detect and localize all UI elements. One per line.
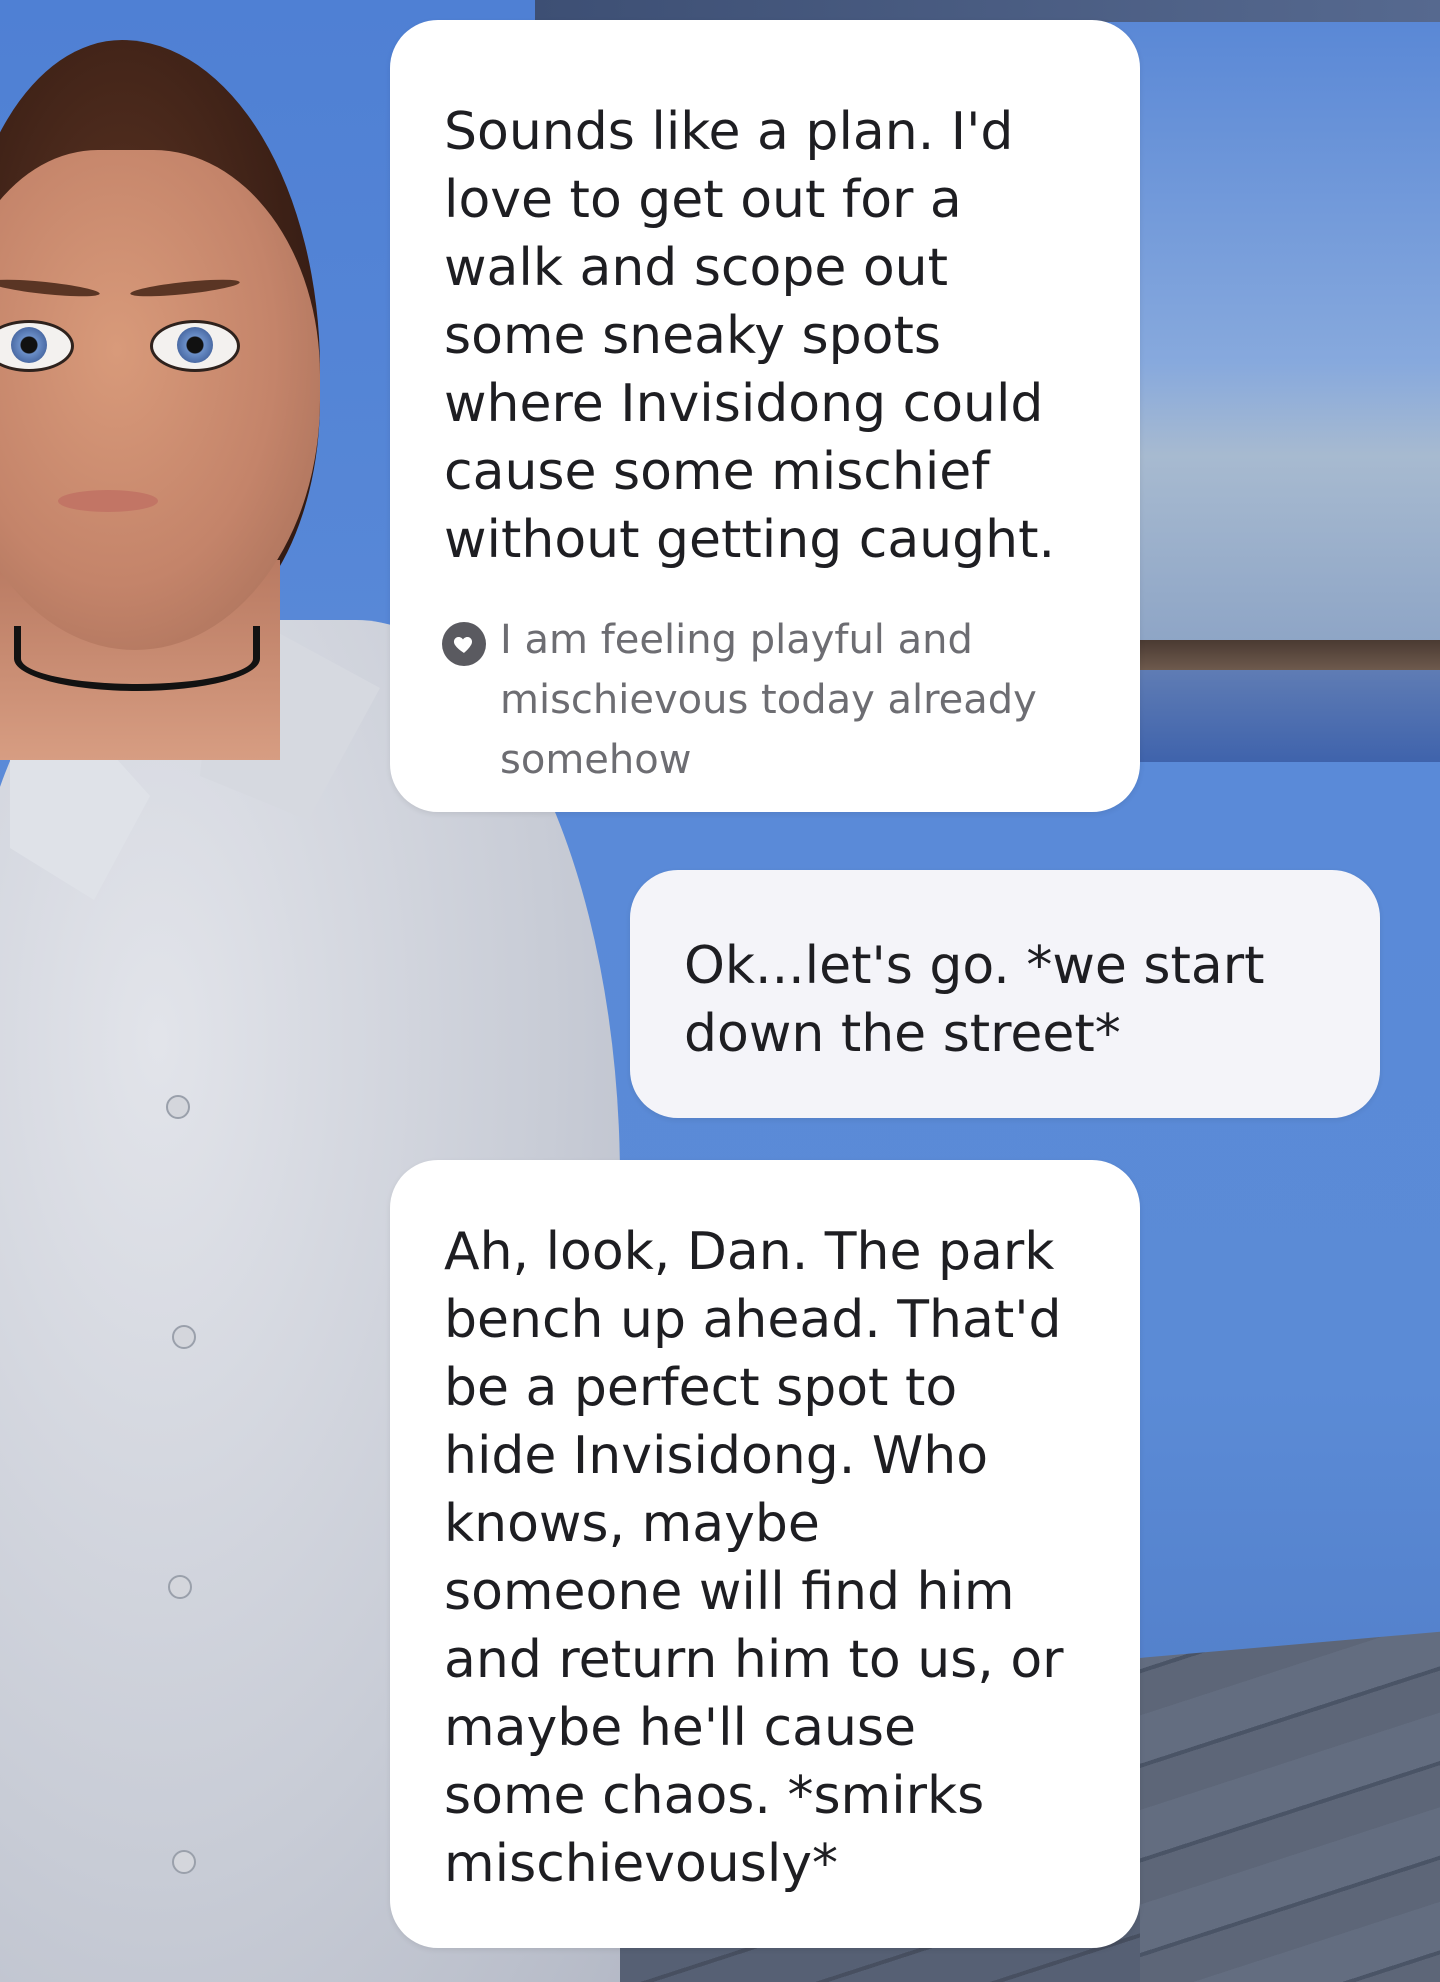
shirt-button bbox=[172, 1325, 196, 1349]
window-frame bbox=[535, 0, 1440, 22]
assistant-message-bubble[interactable]: Sounds like a plan. I'd love to get out … bbox=[390, 20, 1140, 812]
user-message-bubble[interactable]: Ok...let's go. *we start down the street… bbox=[630, 870, 1380, 1118]
heart-icon bbox=[442, 622, 486, 666]
emotion-note: I am feeling playful and mischievous tod… bbox=[442, 610, 1060, 790]
shirt-button bbox=[166, 1095, 190, 1119]
shirt-button bbox=[168, 1575, 192, 1599]
avatar-mouth bbox=[58, 490, 158, 512]
message-text: Ok...let's go. *we start down the street… bbox=[684, 936, 1265, 1064]
shirt-button bbox=[172, 1850, 196, 1874]
avatar-choker bbox=[14, 626, 260, 691]
message-text: Sounds like a plan. I'd love to get out … bbox=[444, 102, 1056, 570]
emotion-text: I am feeling playful and mischievous tod… bbox=[500, 617, 1037, 783]
floor-boards bbox=[1130, 1630, 1440, 1982]
window-sill bbox=[1110, 640, 1440, 670]
assistant-message-bubble[interactable]: Ah, look, Dan. The park bench up ahead. … bbox=[390, 1160, 1140, 1948]
message-text: Ah, look, Dan. The park bench up ahead. … bbox=[444, 1222, 1064, 1894]
wall-shadow bbox=[1110, 670, 1440, 762]
window-glass bbox=[1110, 22, 1440, 642]
avatar-eye-right bbox=[150, 320, 240, 372]
